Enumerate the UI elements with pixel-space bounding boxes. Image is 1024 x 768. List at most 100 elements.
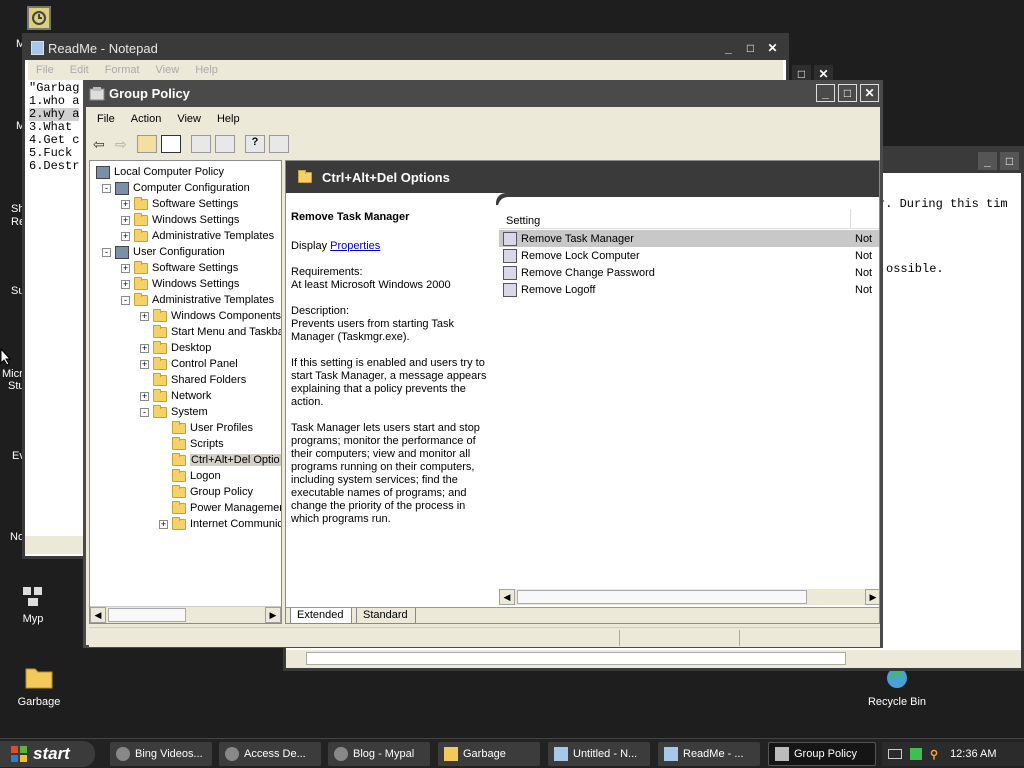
maximize-button[interactable]: □ bbox=[741, 39, 760, 57]
properties-icon[interactable] bbox=[191, 135, 211, 153]
taskbar-button-group-policy[interactable]: Group Policy bbox=[768, 742, 876, 766]
expand-toggle[interactable]: + bbox=[140, 359, 149, 369]
close-button[interactable]: ✕ bbox=[763, 39, 782, 57]
background-hscrollbar[interactable] bbox=[286, 650, 1021, 668]
tree-item[interactable]: + Windows Components bbox=[140, 308, 281, 324]
menu-file[interactable]: File bbox=[28, 64, 62, 76]
tree-item[interactable]: + Software Settings bbox=[121, 260, 238, 276]
desktop-icon-top[interactable] bbox=[27, 6, 51, 30]
taskbar-button-blog[interactable]: Blog - Mypal bbox=[328, 742, 430, 766]
taskbar-button-untitled[interactable]: Untitled - N... bbox=[548, 742, 650, 766]
minimize-button[interactable]: _ bbox=[719, 39, 738, 57]
tree-item[interactable]: Group Policy bbox=[159, 484, 253, 500]
tab-standard[interactable]: Standard bbox=[356, 608, 416, 623]
group-policy-window[interactable]: Group Policy _ □ ✕ File Action View Help… bbox=[83, 80, 883, 648]
expand-toggle[interactable]: + bbox=[159, 519, 168, 529]
scroll-right-button[interactable]: ▶ bbox=[865, 589, 879, 605]
tab-extended[interactable]: Extended bbox=[290, 608, 352, 623]
tree-item[interactable]: Ctrl+Alt+Del Optio bbox=[159, 452, 281, 468]
properties-link[interactable]: Properties bbox=[330, 240, 380, 252]
tree-item[interactable]: + Windows Settings bbox=[121, 212, 239, 228]
back-arrow-icon[interactable]: ⇦ bbox=[93, 136, 111, 153]
scroll-right-button[interactable]: ▶ bbox=[265, 607, 281, 623]
collapse-toggle[interactable]: - bbox=[102, 183, 111, 193]
menu-help[interactable]: Help bbox=[187, 64, 226, 76]
help-icon[interactable]: ? bbox=[245, 135, 265, 153]
expand-toggle[interactable]: + bbox=[121, 279, 130, 289]
tree-item[interactable]: - Computer Configuration bbox=[102, 180, 250, 196]
keyboard-icon[interactable] bbox=[888, 749, 902, 759]
expand-toggle[interactable]: + bbox=[140, 391, 149, 401]
network-status-icon[interactable] bbox=[910, 748, 922, 760]
taskbar-button-bing[interactable]: Bing Videos... bbox=[110, 742, 212, 766]
tree-item[interactable]: User Profiles bbox=[159, 420, 253, 436]
scroll-left-button[interactable]: ◀ bbox=[499, 589, 515, 605]
scroll-left-button[interactable]: ◀ bbox=[90, 607, 106, 623]
setting-row[interactable]: Remove Task Manager Not bbox=[499, 230, 879, 247]
maximize-button[interactable]: □ bbox=[838, 84, 857, 102]
desktop-icon-garbage[interactable]: Garbage bbox=[4, 660, 74, 708]
tree-item[interactable]: + Software Settings bbox=[121, 196, 238, 212]
expand-toggle[interactable]: + bbox=[121, 215, 130, 225]
tree-item[interactable]: Local Computer Policy bbox=[96, 164, 224, 180]
tree-item[interactable]: + Network bbox=[140, 388, 211, 404]
tree-item[interactable]: Start Menu and Taskba bbox=[140, 324, 281, 340]
taskbar-button-access[interactable]: Access De... bbox=[219, 742, 321, 766]
menu-action[interactable]: Action bbox=[123, 113, 170, 125]
expand-toggle[interactable]: + bbox=[121, 199, 130, 209]
settings-hscrollbar[interactable]: ◀ ▶ bbox=[499, 589, 879, 605]
forward-arrow-icon[interactable]: ⇨ bbox=[115, 136, 133, 153]
up-folder-icon[interactable] bbox=[137, 135, 157, 153]
tree-item[interactable]: Shared Folders bbox=[140, 372, 246, 388]
show-description-icon[interactable] bbox=[269, 135, 289, 153]
collapse-toggle[interactable]: - bbox=[121, 295, 130, 305]
tree-item[interactable]: + Desktop bbox=[140, 340, 211, 356]
menu-view[interactable]: View bbox=[169, 113, 209, 125]
menu-view[interactable]: View bbox=[148, 64, 188, 76]
tree-item[interactable]: - System bbox=[140, 404, 208, 420]
tree-item[interactable]: Scripts bbox=[159, 436, 224, 452]
close-button[interactable]: ✕ bbox=[860, 84, 879, 102]
maximize-button[interactable]: □ bbox=[1000, 152, 1019, 170]
minimize-button[interactable]: _ bbox=[978, 152, 997, 170]
taskbar-button-garbage[interactable]: Garbage bbox=[438, 742, 540, 766]
taskbar-button-readme[interactable]: ReadMe - ... bbox=[658, 742, 760, 766]
refresh-icon[interactable] bbox=[215, 135, 235, 153]
tree-item[interactable]: + Internet Communic bbox=[159, 516, 281, 532]
collapse-toggle[interactable]: - bbox=[140, 407, 149, 417]
expand-toggle[interactable]: + bbox=[140, 343, 149, 353]
scroll-thumb[interactable] bbox=[306, 652, 846, 665]
scroll-thumb[interactable] bbox=[517, 590, 807, 604]
tree-item[interactable]: Power Managemen bbox=[159, 500, 281, 516]
minimize-button[interactable]: _ bbox=[816, 84, 835, 102]
show-hide-tree-icon[interactable] bbox=[161, 135, 181, 153]
tree-pane[interactable]: Local Computer Policy - Computer Configura… bbox=[89, 160, 282, 624]
start-button[interactable]: start bbox=[0, 741, 95, 767]
setting-row[interactable]: Remove Change Password Not bbox=[499, 264, 879, 281]
column-header-setting[interactable]: Setting bbox=[499, 209, 851, 229]
notepad-text-area[interactable]: "Garbag 1.who a 2.why a 3.What 4.Get c 5… bbox=[29, 82, 80, 173]
tree-item[interactable]: - Administrative Templates bbox=[121, 292, 274, 308]
scroll-thumb[interactable] bbox=[108, 608, 186, 622]
notepad-titlebar[interactable]: ReadMe - Notepad _ □ ✕ bbox=[25, 36, 786, 60]
tree-item[interactable]: - User Configuration bbox=[102, 244, 225, 260]
tree-hscrollbar[interactable]: ◀ ▶ bbox=[90, 606, 281, 623]
setting-row[interactable]: Remove Logoff Not bbox=[499, 281, 879, 298]
expand-toggle[interactable]: + bbox=[121, 231, 130, 241]
expand-toggle[interactable]: + bbox=[121, 263, 130, 273]
group-policy-titlebar[interactable]: Group Policy _ □ ✕ bbox=[83, 80, 883, 107]
menu-file[interactable]: File bbox=[89, 113, 123, 125]
menu-edit[interactable]: Edit bbox=[62, 64, 97, 76]
tree-item[interactable]: + Administrative Templates bbox=[121, 228, 274, 244]
expand-toggle[interactable]: + bbox=[140, 311, 149, 321]
desktop-icon-mypal[interactable]: Myp bbox=[0, 585, 66, 625]
tree-item[interactable]: + Control Panel bbox=[140, 356, 238, 372]
tree-item[interactable]: + Windows Settings bbox=[121, 276, 239, 292]
tree-item[interactable]: Logon bbox=[159, 468, 221, 484]
menu-format[interactable]: Format bbox=[97, 64, 148, 76]
column-header-state[interactable] bbox=[851, 209, 879, 229]
search-icon[interactable]: ⚲ bbox=[930, 748, 938, 761]
clock[interactable]: 12:36 AM bbox=[950, 748, 996, 760]
menu-help[interactable]: Help bbox=[209, 113, 248, 125]
setting-row[interactable]: Remove Lock Computer Not bbox=[499, 247, 879, 264]
